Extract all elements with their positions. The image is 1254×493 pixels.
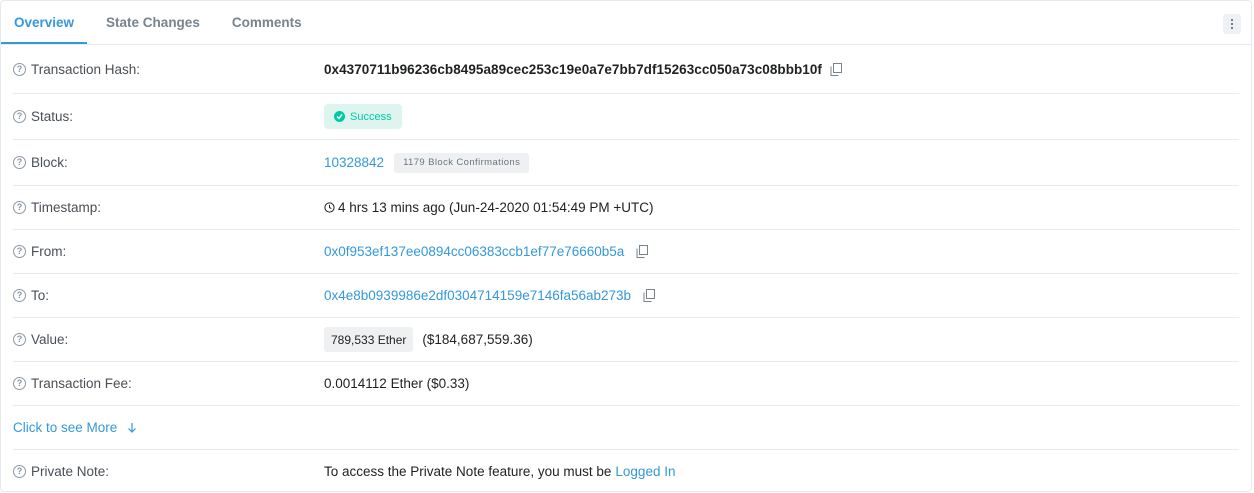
more-options-icon[interactable] (1223, 14, 1241, 34)
label-timestamp: Timestamp: (31, 200, 102, 215)
help-icon[interactable]: ? (13, 377, 26, 390)
copy-icon[interactable] (830, 62, 842, 76)
label-block: Block: (31, 155, 68, 170)
see-more-link[interactable]: Click to see More (13, 420, 137, 435)
tab-overview[interactable]: Overview (1, 1, 88, 44)
clock-icon (324, 202, 335, 213)
private-note-text: To access the Private Note feature, you … (324, 464, 612, 479)
copy-icon[interactable] (643, 289, 656, 302)
from-address-link[interactable]: 0x0f953ef137ee0894cc06383ccb1ef77e76660b… (324, 244, 624, 259)
help-icon[interactable]: ? (13, 110, 26, 123)
help-icon[interactable]: ? (13, 62, 26, 76)
row-value: ? Value: 789,533 Ether ($184,687,559.36) (13, 318, 1239, 362)
status-text: Success (350, 110, 392, 123)
row-transaction-fee: ? Transaction Fee: 0.0014112 Ether ($0.33… (13, 362, 1239, 406)
check-circle-icon (334, 111, 345, 122)
row-status: ? Status: Success (13, 94, 1239, 140)
row-see-more: Click to see More (13, 406, 1239, 450)
row-block: ? Block: 10328842 1179 Block Confirmation… (13, 140, 1239, 186)
help-icon[interactable]: ? (13, 333, 26, 346)
label-transaction-hash: Transaction Hash: (31, 61, 141, 77)
help-icon[interactable]: ? (13, 156, 26, 169)
label-private-note: Private Note: (31, 464, 110, 479)
block-confirmations-badge: 1179 Block Confirmations (394, 152, 530, 173)
timestamp-value: 4 hrs 13 mins ago (Jun-24-2020 01:54:49 … (338, 200, 654, 215)
help-icon[interactable]: ? (13, 245, 26, 258)
row-transaction-hash: ? Transaction Hash: 0x4370711b96236cb8495… (13, 45, 1239, 94)
help-icon[interactable]: ? (13, 201, 26, 214)
help-icon[interactable]: ? (13, 465, 26, 478)
copy-icon[interactable] (636, 245, 649, 258)
transaction-fee-value: 0.0014112 Ether ($0.33) (324, 376, 470, 391)
transaction-hash-value: 0x4370711b96236cb8495a89cec253c19e0a7e7b… (324, 61, 822, 77)
usd-value: ($184,687,559.36) (422, 332, 533, 347)
label-to: To: (31, 288, 50, 303)
row-from: ? From: 0x0f953ef137ee0894cc06383ccb1ef77… (13, 230, 1239, 274)
arrow-down-icon (128, 422, 137, 433)
help-icon[interactable]: ? (13, 289, 26, 302)
label-status: Status: (31, 109, 74, 124)
row-timestamp: ? Timestamp: 4 hrs 13 mins ago (Jun-24-20… (13, 186, 1239, 230)
tab-state-changes[interactable]: State Changes (93, 1, 213, 44)
row-private-note: ? Private Note: To access the Private Not… (13, 450, 1239, 493)
tab-comments[interactable]: Comments (219, 1, 315, 44)
label-from: From: (31, 244, 67, 259)
label-value: Value: (31, 332, 69, 347)
see-more-text: Click to see More (13, 420, 118, 435)
to-address-link[interactable]: 0x4e8b0939986e2df0304714159e7146fa56ab27… (324, 288, 631, 303)
status-badge: Success (324, 104, 402, 129)
transaction-details-card: Overview State Changes Comments ? Transac… (0, 0, 1252, 492)
block-number-link[interactable]: 10328842 (324, 155, 384, 170)
tab-bar: Overview State Changes Comments (1, 1, 1251, 45)
row-to: ? To: 0x4e8b0939986e2df0304714159e7146fa5… (13, 274, 1239, 318)
ether-amount-badge: 789,533 Ether (324, 327, 414, 352)
logged-in-link[interactable]: Logged In (615, 464, 675, 479)
label-transaction-fee: Transaction Fee: (31, 376, 132, 391)
